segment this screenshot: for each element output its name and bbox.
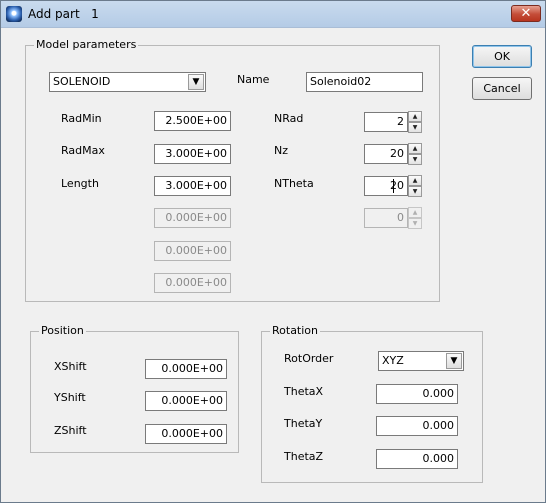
thetax-label: ThetaX (284, 385, 324, 398)
thetax-field[interactable]: 0.000 (376, 384, 458, 404)
radmin-field[interactable]: 2.500E+00 (154, 111, 231, 131)
part-type-value: SOLENOID (53, 75, 111, 88)
add-part-dialog: Add part 1 ✕ Model parameters SOLENOID ▼… (0, 0, 546, 503)
name-field[interactable]: Solenoid02 (306, 72, 423, 92)
text-caret (393, 179, 394, 193)
model-parameters-label: Model parameters (34, 38, 139, 52)
position-group-label: Position (39, 324, 86, 338)
cancel-button[interactable]: Cancel (472, 77, 532, 100)
chevron-down-icon[interactable]: ▼ (446, 353, 462, 369)
radmax-label: RadMax (61, 144, 105, 157)
spin-down-icon[interactable]: ▼ (408, 154, 422, 165)
spin-up-icon[interactable]: ▲ (408, 111, 422, 122)
extra-param-field-2: 0.000E+00 (154, 241, 231, 261)
yshift-field[interactable]: 0.000E+00 (145, 391, 227, 411)
ntheta-label: NTheta (274, 177, 314, 190)
spin-down-icon[interactable]: ▼ (408, 122, 422, 133)
ntheta-spinner[interactable]: ▲ ▼ (408, 175, 422, 197)
ntheta-field[interactable]: 20 (364, 176, 408, 196)
extra-param-field-3: 0.000E+00 (154, 273, 231, 293)
ok-button[interactable]: OK (472, 45, 532, 68)
rotation-group-label: Rotation (270, 324, 321, 338)
thetaz-label: ThetaZ (284, 450, 324, 463)
spin-up-icon[interactable]: ▲ (408, 143, 422, 154)
spin-up-icon: ▲ (408, 207, 422, 218)
extra-count-spinner: ▲ ▼ (408, 207, 422, 229)
part-type-select[interactable]: SOLENOID ▼ (49, 72, 206, 92)
chevron-down-icon[interactable]: ▼ (188, 74, 204, 90)
spin-down-icon: ▼ (408, 218, 422, 229)
thetaz-field[interactable]: 0.000 (376, 449, 458, 469)
name-label: Name (237, 73, 270, 86)
nrad-label: NRad (274, 112, 304, 125)
app-orb-icon (6, 6, 22, 22)
nrad-field[interactable]: 2 (364, 112, 408, 132)
radmin-label: RadMin (61, 112, 102, 125)
nrad-spinner[interactable]: ▲ ▼ (408, 111, 422, 133)
length-label: Length (61, 177, 99, 190)
zshift-field[interactable]: 0.000E+00 (145, 424, 227, 444)
length-field[interactable]: 3.000E+00 (154, 176, 231, 196)
spin-up-icon[interactable]: ▲ (408, 175, 422, 186)
nz-field[interactable]: 20 (364, 144, 408, 164)
yshift-label: YShift (54, 391, 86, 404)
radmax-field[interactable]: 3.000E+00 (154, 144, 231, 164)
xshift-field[interactable]: 0.000E+00 (145, 359, 227, 379)
extra-count-field: 0 (364, 208, 408, 228)
spin-down-icon[interactable]: ▼ (408, 186, 422, 197)
rotorder-select[interactable]: XYZ ▼ (378, 351, 464, 371)
close-button[interactable]: ✕ (511, 5, 541, 22)
nz-spinner[interactable]: ▲ ▼ (408, 143, 422, 165)
nz-label: Nz (274, 144, 289, 157)
xshift-label: XShift (54, 360, 87, 373)
thetay-label: ThetaY (284, 417, 323, 430)
thetay-field[interactable]: 0.000 (376, 416, 458, 436)
zshift-label: ZShift (54, 424, 87, 437)
rotorder-label: RotOrder (284, 352, 334, 365)
extra-param-field-1: 0.000E+00 (154, 208, 231, 228)
rotorder-value: XYZ (382, 354, 404, 367)
window-title: Add part 1 (28, 7, 99, 21)
title-bar[interactable]: Add part 1 ✕ (1, 1, 545, 28)
